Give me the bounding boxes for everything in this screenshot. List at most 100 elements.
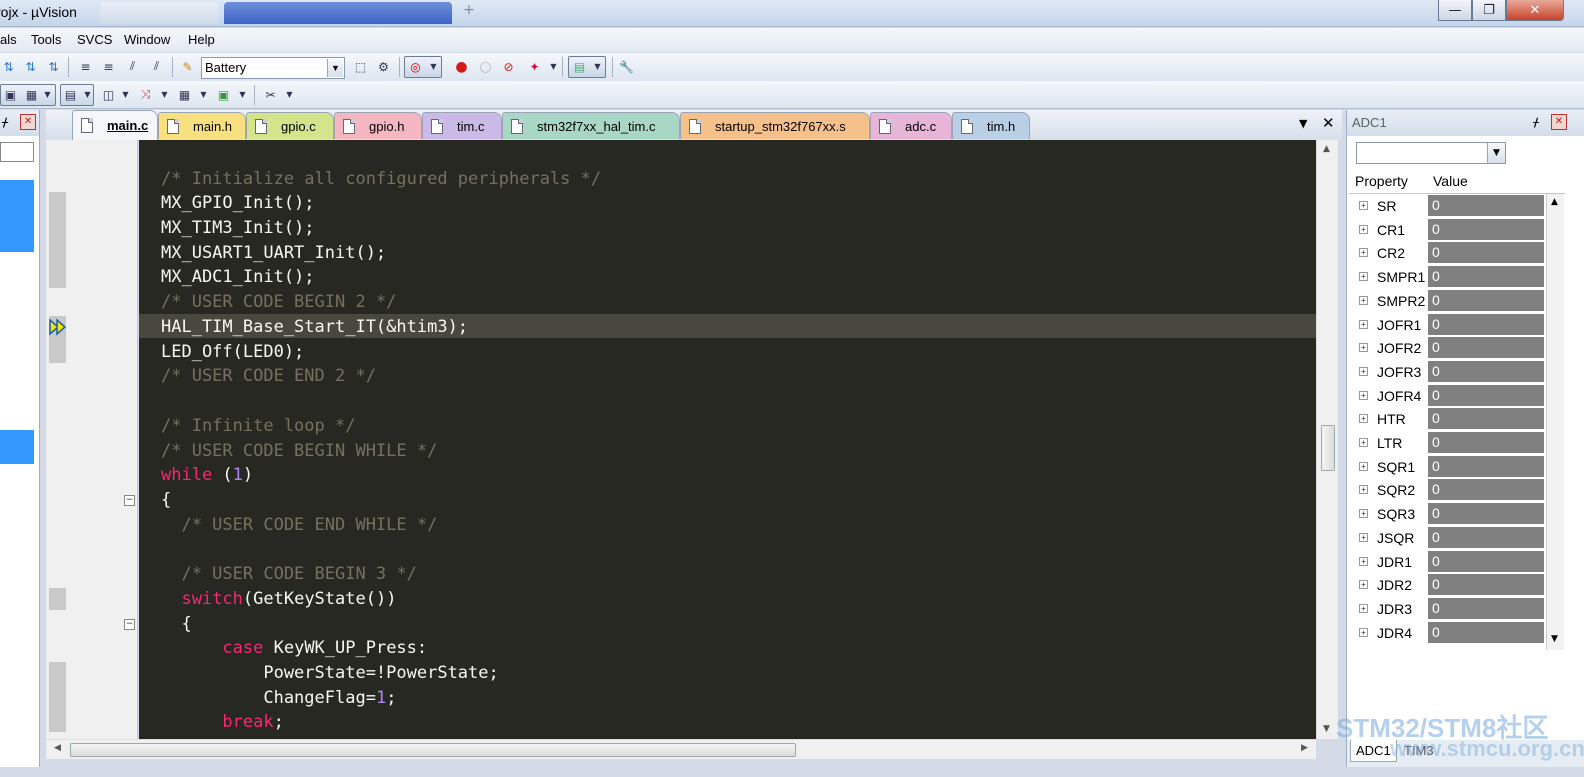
column-header-value[interactable]: Value bbox=[1433, 173, 1468, 189]
indent-icon[interactable]: ≡ bbox=[77, 58, 94, 75]
scroll-up-icon[interactable]: ▲ bbox=[1551, 197, 1558, 207]
expand-icon[interactable]: + bbox=[1359, 414, 1368, 424]
chevron-down-icon[interactable]: ▼ bbox=[327, 59, 343, 77]
expand-icon[interactable]: + bbox=[1359, 343, 1368, 353]
build-icon[interactable]: ⇅ bbox=[22, 58, 39, 75]
scroll-left-icon[interactable]: ◀ bbox=[54, 743, 61, 753]
register-value[interactable]: 0 bbox=[1428, 360, 1544, 383]
peripheral-select[interactable]: ▼ bbox=[1356, 142, 1506, 164]
maximize-button[interactable]: ❐ bbox=[1472, 0, 1506, 21]
register-value[interactable]: 0 bbox=[1428, 503, 1544, 526]
register-row[interactable]: + JDR3 0 bbox=[1349, 597, 1545, 621]
register-row[interactable]: + SMPR1 0 bbox=[1349, 265, 1545, 289]
tab-stm32f7xx-hal-tim-c[interactable]: stm32f7xx_hal_tim.c bbox=[502, 112, 680, 139]
register-row[interactable]: + JSQR 0 bbox=[1349, 526, 1545, 550]
register-value[interactable]: 0 bbox=[1428, 218, 1544, 241]
expand-icon[interactable]: + bbox=[1359, 295, 1368, 305]
expand-icon[interactable]: + bbox=[1359, 603, 1368, 613]
expand-icon[interactable]: + bbox=[1359, 509, 1368, 519]
menu-window[interactable]: Window bbox=[124, 32, 170, 47]
register-row[interactable]: + JDR4 0 bbox=[1349, 621, 1545, 645]
register-value[interactable]: 0 bbox=[1428, 195, 1544, 217]
expand-icon[interactable]: + bbox=[1359, 485, 1368, 495]
fold-toggle-icon[interactable]: − bbox=[124, 619, 135, 630]
rebuild-icon[interactable]: ⇅ bbox=[45, 58, 62, 75]
register-row[interactable]: + JOFR4 0 bbox=[1349, 384, 1545, 408]
register-value[interactable]: 0 bbox=[1428, 597, 1544, 620]
scroll-down-icon[interactable]: ▼ bbox=[1323, 724, 1330, 734]
window-layout-button[interactable]: ▤ ▼ bbox=[568, 56, 606, 78]
close-icon[interactable]: ✕ bbox=[20, 114, 36, 130]
register-row[interactable]: + JDR2 0 bbox=[1349, 573, 1545, 597]
new-tab-button[interactable]: + bbox=[458, 2, 480, 24]
memory-window-icon[interactable]: ▦ bbox=[176, 86, 193, 103]
register-row[interactable]: + SMPR2 0 bbox=[1349, 289, 1545, 313]
serial-window-icon[interactable]: ▣ bbox=[215, 86, 232, 103]
register-list-scrollbar[interactable]: ▲ ▼ bbox=[1546, 194, 1564, 650]
chevron-down-icon[interactable]: ▼ bbox=[195, 86, 212, 103]
register-row[interactable]: + CR1 0 bbox=[1349, 218, 1545, 242]
tab-gpio-h[interactable]: gpio.h bbox=[334, 112, 422, 139]
register-row[interactable]: + SR 0 bbox=[1349, 194, 1545, 218]
register-value[interactable]: 0 bbox=[1428, 337, 1544, 360]
menu-tools[interactable]: Tools bbox=[31, 32, 61, 47]
watch-window-icon[interactable]: ◫ bbox=[100, 86, 117, 103]
comment-icon[interactable]: ⫽ bbox=[124, 58, 141, 75]
unindent-icon[interactable]: ≡ bbox=[100, 58, 117, 75]
pin-icon[interactable]: ᚋ bbox=[1533, 115, 1539, 129]
expand-icon[interactable]: + bbox=[1359, 390, 1368, 400]
register-value[interactable]: 0 bbox=[1428, 479, 1544, 502]
register-row[interactable]: + JOFR1 0 bbox=[1349, 313, 1545, 337]
expand-icon[interactable]: + bbox=[1359, 272, 1368, 282]
scroll-down-icon[interactable]: ▼ bbox=[1551, 634, 1558, 644]
close-button[interactable]: ✕ bbox=[1506, 0, 1564, 21]
expand-icon[interactable]: + bbox=[1359, 319, 1368, 329]
register-value[interactable]: 0 bbox=[1428, 408, 1544, 431]
register-row[interactable]: + SQR1 0 bbox=[1349, 455, 1545, 479]
debug-session-button[interactable]: ◎ ▼ bbox=[404, 56, 442, 78]
expand-icon[interactable]: + bbox=[1359, 438, 1368, 447]
kill-breakpoints-icon[interactable]: ⊘ bbox=[500, 58, 517, 75]
tab-tim-c[interactable]: tim.c bbox=[422, 112, 502, 139]
expand-icon[interactable]: + bbox=[1359, 532, 1368, 542]
breakpoint-icon[interactable]: ● bbox=[453, 58, 470, 75]
expand-icon[interactable]: + bbox=[1359, 556, 1368, 566]
selected-tree-item[interactable] bbox=[0, 180, 34, 252]
chevron-down-icon[interactable]: ▼ bbox=[1487, 143, 1505, 163]
expand-icon[interactable]: + bbox=[1359, 461, 1368, 471]
insert-breakpoint-icon[interactable]: ✦ bbox=[526, 58, 543, 75]
editor-gutter[interactable]: 124 125 126 127 128 129 130 131 132 133 … bbox=[46, 140, 170, 739]
expand-icon[interactable]: + bbox=[1359, 224, 1368, 234]
menu-help[interactable]: Help bbox=[188, 32, 215, 47]
uncomment-icon[interactable]: ⫽ bbox=[148, 58, 165, 75]
register-value[interactable]: 0 bbox=[1428, 550, 1544, 573]
configure-icon[interactable]: 🔧 bbox=[618, 58, 635, 75]
register-row[interactable]: + JOFR2 0 bbox=[1349, 336, 1545, 360]
expand-icon[interactable]: + bbox=[1359, 580, 1368, 590]
tab-adc-c[interactable]: adc.c bbox=[870, 112, 952, 139]
editor-horizontal-scrollbar[interactable]: ◀ ▶ bbox=[46, 739, 1316, 759]
trace-icon[interactable]: ⤨ bbox=[137, 86, 154, 103]
scrollbar-thumb[interactable] bbox=[1321, 425, 1335, 471]
tab-tim-h[interactable]: tim.h bbox=[952, 112, 1030, 139]
register-value[interactable]: 0 bbox=[1428, 313, 1544, 336]
register-value[interactable]: 0 bbox=[1428, 621, 1544, 644]
register-row[interactable]: + SQR3 0 bbox=[1349, 502, 1545, 526]
chevron-down-icon[interactable]: ▼ bbox=[234, 86, 251, 103]
column-header-property[interactable]: Property bbox=[1355, 173, 1408, 189]
project-combo[interactable] bbox=[0, 142, 34, 162]
close-icon[interactable]: ✕ bbox=[1551, 114, 1567, 130]
scroll-up-icon[interactable]: ▲ bbox=[1323, 144, 1330, 154]
register-value[interactable]: 0 bbox=[1428, 526, 1544, 549]
expand-icon[interactable]: + bbox=[1359, 627, 1368, 637]
close-tab-icon[interactable]: ✕ bbox=[1322, 114, 1335, 132]
expand-icon[interactable]: + bbox=[1359, 248, 1368, 258]
load-icon[interactable]: ⬚ bbox=[352, 58, 369, 75]
register-row[interactable]: + CR2 0 bbox=[1349, 241, 1545, 265]
tab-gpio-c[interactable]: gpio.c bbox=[246, 112, 334, 139]
register-value[interactable]: 0 bbox=[1428, 242, 1544, 265]
chevron-down-icon[interactable]: ▼ bbox=[281, 86, 298, 103]
editor-vertical-scrollbar[interactable]: ▲ ▼ bbox=[1316, 140, 1338, 739]
register-value[interactable]: 0 bbox=[1428, 432, 1544, 454]
menu-svcs[interactable]: SVCS bbox=[77, 32, 112, 47]
